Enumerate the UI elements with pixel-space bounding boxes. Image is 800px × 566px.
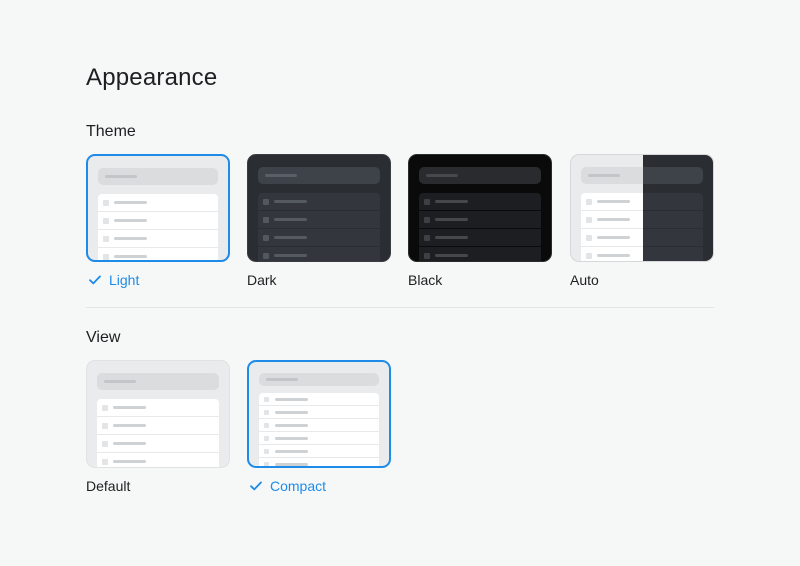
preview-list — [97, 399, 219, 467]
preview-list — [419, 193, 541, 261]
view-option-default-preview[interactable] — [86, 360, 230, 468]
theme-option-label: Light — [109, 272, 140, 288]
view-option-compact-preview[interactable] — [247, 360, 391, 468]
theme-option-light-preview[interactable] — [86, 154, 230, 262]
theme-option-label: Dark — [247, 272, 277, 288]
theme-option-dark[interactable]: Dark — [247, 271, 277, 289]
preview-dark-half — [643, 155, 713, 261]
preview-toolbar — [97, 373, 219, 390]
theme-option-dark-preview[interactable] — [247, 154, 391, 262]
view-option-default[interactable]: Default — [86, 477, 130, 495]
checkmark-icon — [89, 275, 101, 285]
theme-option-black-preview[interactable] — [408, 154, 552, 262]
theme-option-auto[interactable]: Auto — [570, 271, 599, 289]
preview-toolbar — [259, 373, 379, 386]
preview-list — [259, 393, 379, 466]
view-option-compact[interactable]: Compact — [250, 477, 326, 495]
view-section-title: View — [86, 329, 121, 346]
view-option-label: Compact — [270, 478, 327, 494]
theme-option-light[interactable]: Light — [89, 271, 139, 289]
preview-toolbar — [419, 167, 541, 184]
preview-list — [258, 193, 380, 261]
theme-option-label: Black — [408, 272, 443, 288]
theme-option-black[interactable]: Black — [408, 271, 442, 289]
page-title: Appearance — [86, 64, 218, 91]
theme-option-auto-preview[interactable] — [570, 154, 714, 262]
preview-toolbar — [98, 168, 218, 185]
preview-toolbar — [258, 167, 380, 184]
theme-section-title: Theme — [86, 123, 136, 140]
view-option-label: Default — [86, 478, 131, 494]
preview-list — [98, 194, 218, 260]
theme-option-label: Auto — [570, 272, 599, 288]
section-divider — [86, 307, 714, 308]
checkmark-icon — [250, 481, 262, 491]
